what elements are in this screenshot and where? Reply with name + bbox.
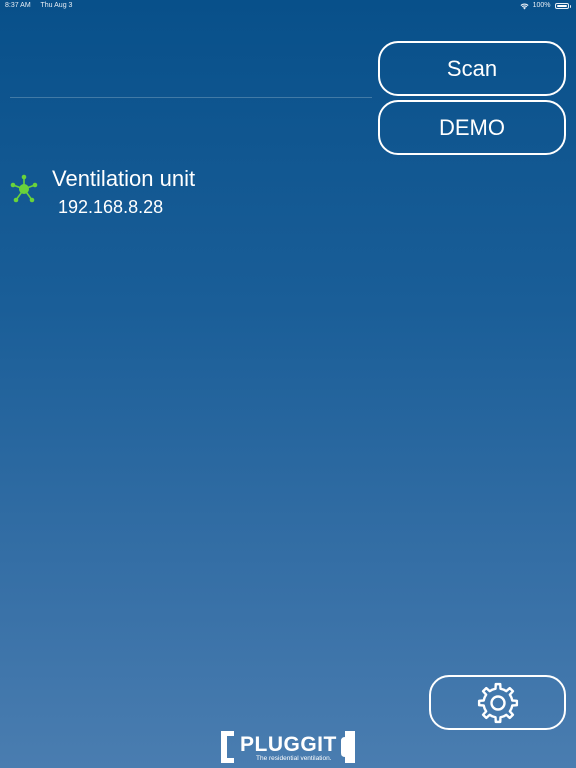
logo-tagline: The residential ventilation. <box>256 755 332 762</box>
logo-bracket-right <box>341 731 355 763</box>
status-left: 8:37 AM Thu Aug 3 <box>5 0 80 12</box>
settings-button[interactable] <box>429 675 566 730</box>
logo-wordmark: PLUGGIT <box>240 733 337 756</box>
device-ip: 192.168.8.28 <box>58 197 164 217</box>
status-time: 8:37 AM <box>5 2 31 9</box>
list-divider <box>10 97 372 98</box>
battery-fill <box>556 5 567 7</box>
wifi-icon <box>520 3 529 9</box>
network-node-icon <box>10 174 38 203</box>
gear-icon <box>477 682 518 723</box>
device-list-item[interactable]: Ventilation unit 192.168.8.28 <box>8 165 368 225</box>
demo-button[interactable]: DEMO <box>378 100 566 155</box>
battery-percent: 100% <box>532 2 551 9</box>
battery-cap <box>569 4 571 8</box>
battery-icon <box>554 3 569 9</box>
status-date: Thu Aug 3 <box>40 2 73 9</box>
status-right: 100% <box>520 0 571 12</box>
pluggit-logo: PLUGGIT The residential ventilation. <box>221 729 355 765</box>
device-name: Ventilation unit <box>52 166 196 191</box>
status-bar: 8:37 AM Thu Aug 3 100% <box>0 0 576 12</box>
scan-button[interactable]: Scan <box>378 41 566 96</box>
logo-bracket-left <box>221 731 234 763</box>
